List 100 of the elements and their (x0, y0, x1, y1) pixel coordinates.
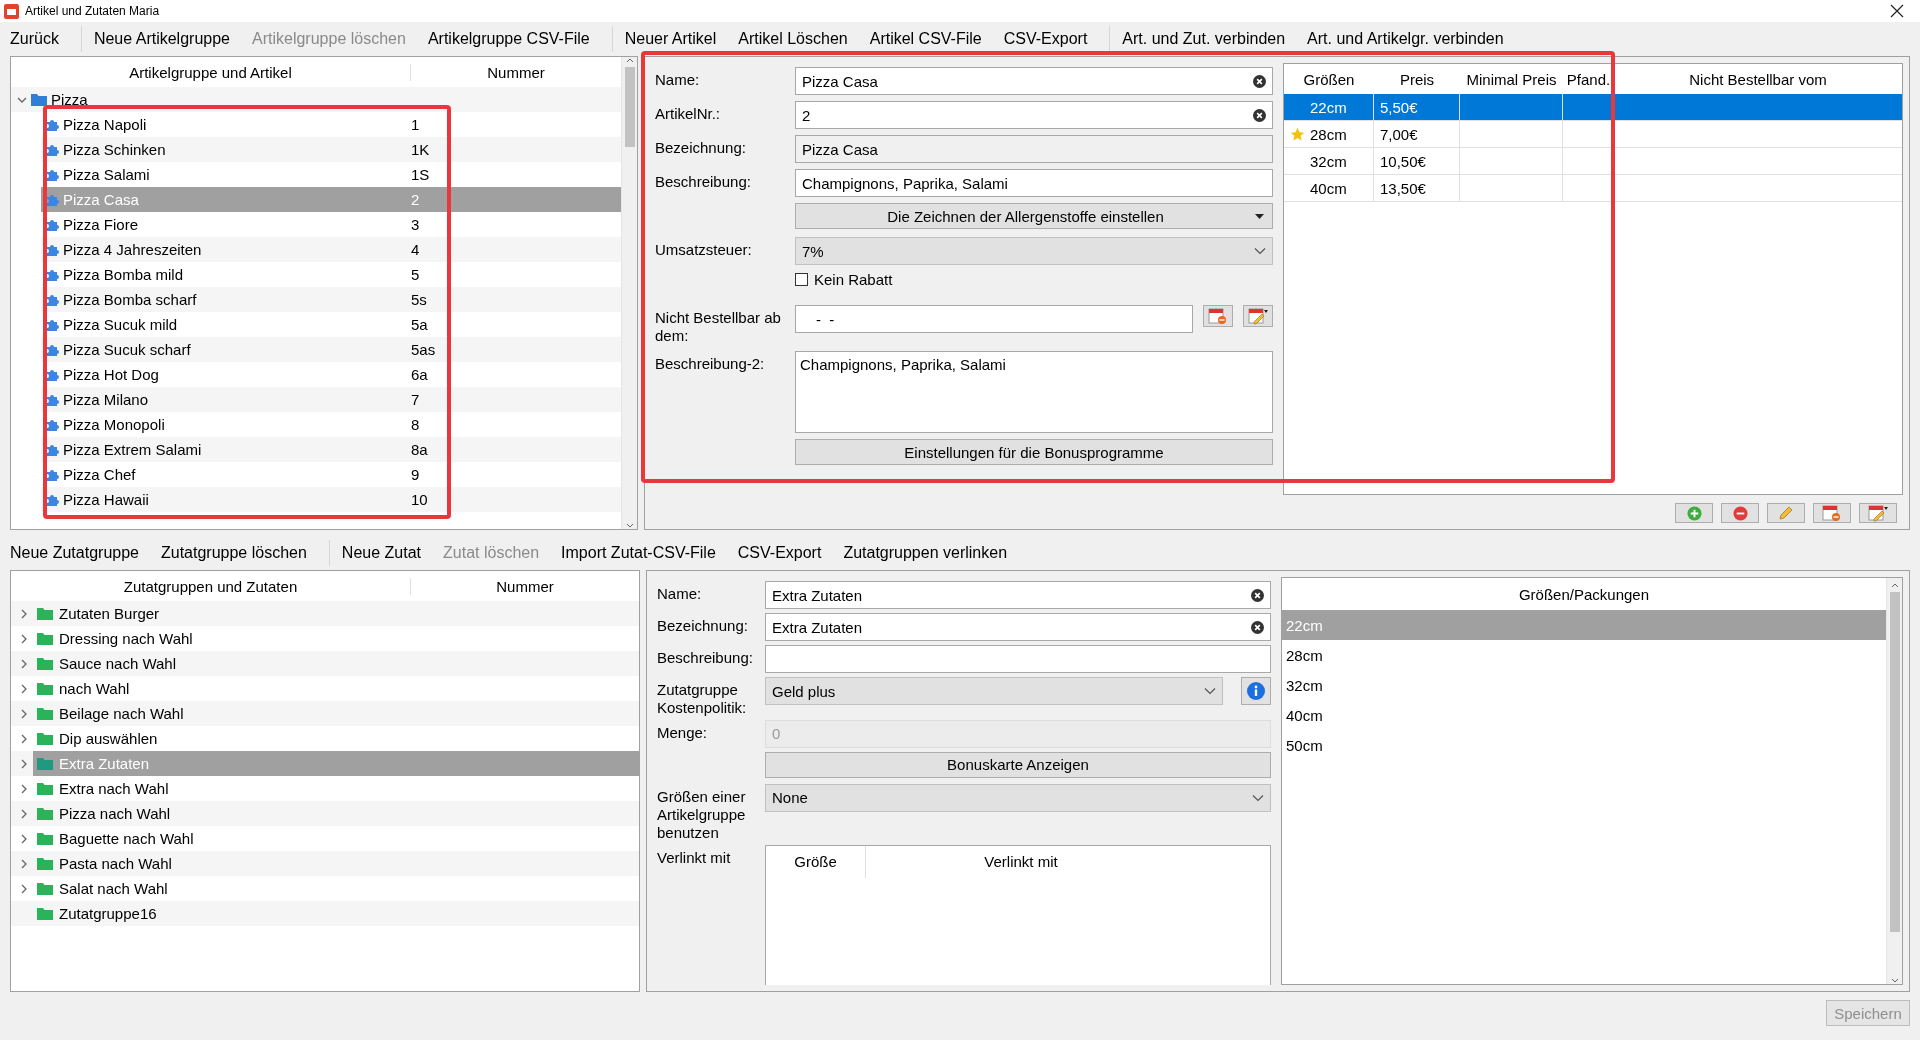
tree-row[interactable]: Pizza Hawaii 10 (41, 487, 621, 512)
tree-row[interactable]: Pizza Hot Dog 6a (41, 362, 621, 387)
text-field[interactable]: Pizza Casa (795, 135, 1273, 163)
checkbox[interactable] (795, 273, 808, 286)
column-header[interactable]: Verlinkt mit (866, 845, 1176, 878)
tree-row[interactable]: Pizza Schinken 1K (41, 137, 621, 162)
chevron-right-icon[interactable] (19, 808, 29, 819)
text-area[interactable]: Champignons, Paprika, Salami (795, 351, 1273, 433)
clear-icon[interactable] (1251, 620, 1264, 634)
tree-item[interactable]: Pizza Hot Dog (63, 366, 159, 383)
tree-row[interactable]: Extra nach Wahl (33, 776, 639, 801)
tree-item[interactable]: Dressing nach Wahl (59, 630, 193, 647)
tree-row[interactable]: Pizza Fiore 3 (41, 212, 621, 237)
tree-item[interactable]: Pizza Napoli (63, 116, 147, 133)
toolbar-button[interactable]: Zutatgruppe löschen (155, 540, 313, 566)
date-field[interactable]: - - (795, 305, 1193, 333)
text-field[interactable]: 2 (795, 101, 1273, 129)
tree-row[interactable]: Pizza Monopoli 8 (41, 412, 621, 437)
table-row[interactable]: 32cm 10,50€ (1284, 148, 1902, 175)
tree-row[interactable]: Pizza Napoli 1 (41, 112, 621, 137)
dropdown[interactable]: 7% (795, 237, 1273, 265)
tree-row[interactable]: Dip auswählen (33, 726, 639, 751)
list-item[interactable]: 40cm (1282, 700, 1886, 730)
tree-row[interactable]: Pizza Sucuk scharf 5as (41, 337, 621, 362)
tree-row[interactable]: Pizza Extrem Salami 8a (41, 437, 621, 462)
column-header[interactable]: Preis (1374, 64, 1460, 94)
column-header[interactable]: Pfand. (1563, 64, 1614, 94)
column-header[interactable]: Nummer (411, 63, 621, 81)
tree-item[interactable]: Pizza Monopoli (63, 416, 165, 433)
tree-item[interactable]: Pizza Sucuk mild (63, 316, 178, 333)
chevron-right-icon[interactable] (19, 708, 29, 719)
chevron-right-icon[interactable] (19, 658, 29, 669)
settings-button[interactable]: Bonuskarte Anzeigen (765, 752, 1271, 778)
column-header[interactable]: Nummer (411, 577, 639, 595)
tree-item[interactable]: Pizza nach Wahl (59, 805, 171, 822)
tree-item[interactable]: Pizza Fiore (63, 216, 139, 233)
toolbar-button[interactable]: Artikelgruppe CSV-File (421, 26, 596, 52)
calendar-button[interactable] (1859, 503, 1897, 523)
tree-row[interactable]: Pizza Bomba mild 5 (41, 262, 621, 287)
tree-row[interactable]: Salat nach Wahl (33, 876, 639, 901)
tree-item[interactable]: Sauce nach Wahl (59, 655, 176, 672)
chevron-right-icon[interactable] (19, 833, 29, 844)
table-row[interactable]: 40cm 13,50€ (1284, 175, 1902, 202)
tree-item[interactable]: Pizza Salami (63, 166, 150, 183)
tree-item[interactable]: Zutatgruppe16 (59, 905, 157, 922)
column-header[interactable]: Zutatgruppen und Zutaten (11, 577, 411, 595)
tree-item[interactable]: Pizza Milano (63, 391, 149, 408)
tree-item[interactable]: nach Wahl (59, 680, 130, 697)
column-header[interactable]: Nicht Bestellbar vom (1614, 64, 1902, 94)
chevron-right-icon[interactable] (19, 733, 29, 744)
tree-item[interactable]: Extra nach Wahl (59, 780, 169, 797)
scroll-up-icon[interactable] (1890, 582, 1899, 588)
text-field[interactable]: Champignons, Paprika, Salami (795, 169, 1273, 197)
scroll-down-icon[interactable] (625, 523, 634, 529)
clear-icon[interactable] (1251, 588, 1264, 602)
toolbar-button[interactable]: Art. und Artikelgr. verbinden (1301, 26, 1510, 52)
tree-item[interactable]: Pasta nach Wahl (59, 855, 172, 872)
tree-item[interactable]: Pizza Sucuk scharf (63, 341, 191, 358)
chevron-right-icon[interactable] (19, 783, 29, 794)
menu-button[interactable]: Die Zeichnen der Allergenstoffe einstellen (795, 203, 1273, 229)
tree-row[interactable]: Pizza Chef 9 (41, 462, 621, 487)
tree-item[interactable]: Pizza Hawaii (63, 491, 149, 508)
scroll-up-icon[interactable] (625, 57, 634, 63)
tree-item[interactable]: Pizza Bomba scharf (63, 291, 197, 308)
scrollbar-thumb[interactable] (1889, 592, 1900, 932)
chevron-right-icon[interactable] (19, 758, 29, 769)
text-field[interactable]: Pizza Casa (795, 67, 1273, 95)
info-button[interactable] (1241, 677, 1271, 705)
toolbar-button[interactable]: Neue Zutat (335, 540, 427, 566)
tree-row[interactable]: Pizza 4 Jahreszeiten 4 (41, 237, 621, 262)
tree-item[interactable]: Pizza Schinken (63, 141, 166, 158)
text-field[interactable]: Extra Zutaten (765, 581, 1271, 609)
tree-row[interactable]: Pizza Salami 1S (41, 162, 621, 187)
scroll-down-icon[interactable] (1890, 978, 1899, 984)
chevron-right-icon[interactable] (19, 683, 29, 694)
toolbar-button[interactable]: CSV-Export (997, 26, 1094, 52)
chevron-right-icon[interactable] (19, 858, 29, 869)
calendar-button[interactable] (1203, 305, 1233, 327)
tree-item[interactable]: Baguette nach Wahl (59, 830, 194, 847)
scrollbar-thumb[interactable] (624, 67, 635, 147)
tree-row[interactable]: Baguette nach Wahl (33, 826, 639, 851)
calendar-button[interactable] (1243, 305, 1273, 327)
tree-item[interactable]: Salat nach Wahl (59, 880, 168, 897)
column-header[interactable]: Größe (766, 845, 866, 878)
toolbar-button[interactable]: Zutatgruppen verlinken (837, 540, 1014, 566)
toolbar-button[interactable]: CSV-Export (731, 540, 828, 566)
tree-item[interactable]: Beilage nach Wahl (59, 705, 184, 722)
column-header[interactable]: Größen/Packungen (1518, 585, 1650, 603)
column-header[interactable]: Minimal Preis (1460, 64, 1563, 94)
toolbar-button[interactable]: Import Zutat-CSV-File (555, 540, 722, 566)
text-field[interactable] (765, 645, 1271, 673)
tree-row[interactable]: Pizza Sucuk mild 5a (41, 312, 621, 337)
calendar-button[interactable] (1813, 503, 1851, 523)
toolbar-button[interactable]: Artikel CSV-File (863, 26, 988, 52)
dropdown[interactable]: None (765, 784, 1271, 812)
tree-item[interactable]: Pizza Chef (63, 466, 136, 483)
column-header[interactable]: Artikelgruppe und Artikel (11, 63, 411, 81)
tree-row[interactable]: Pizza Bomba scharf 5s (41, 287, 621, 312)
column-header[interactable]: Größen (1284, 64, 1374, 94)
toolbar-button[interactable]: Art. und Zut. verbinden (1116, 26, 1292, 52)
